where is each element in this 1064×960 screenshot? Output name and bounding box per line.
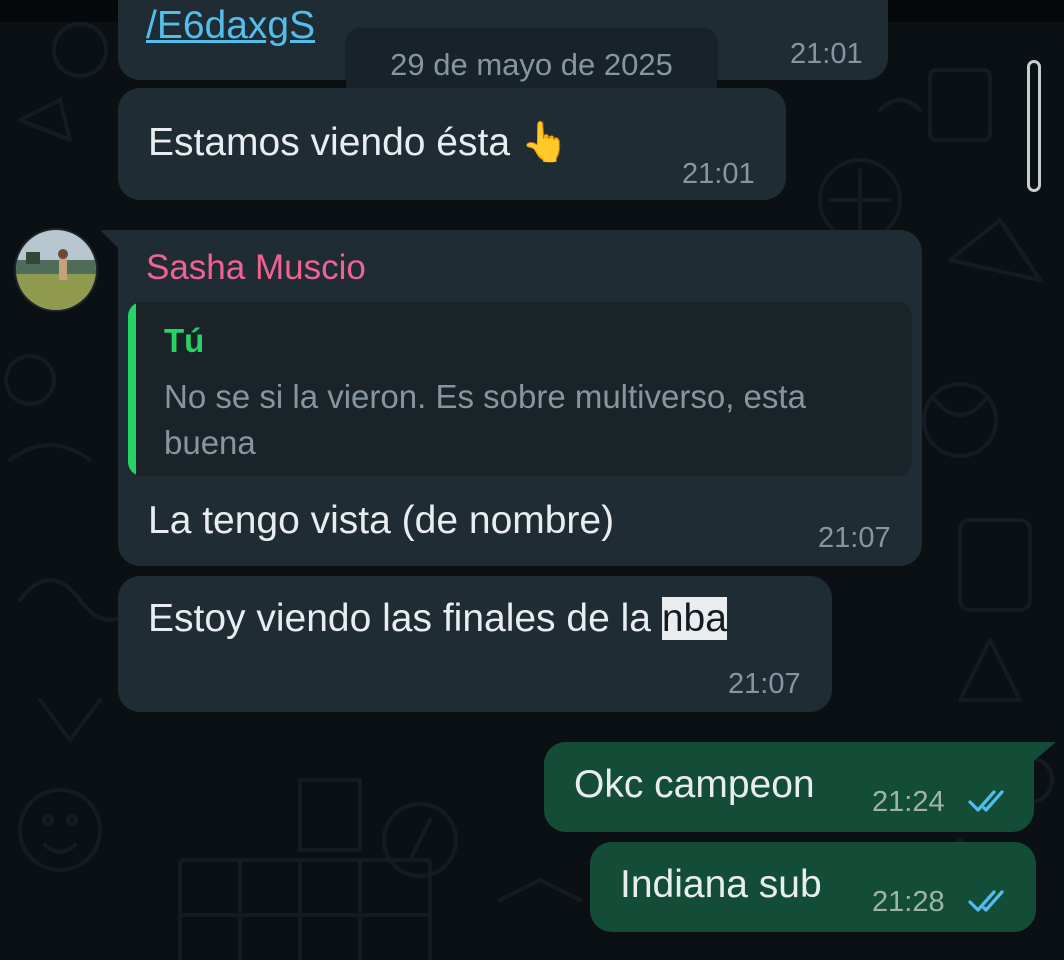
message-text: Okc campeon xyxy=(574,763,815,806)
message-time: 21:01 xyxy=(790,38,863,70)
message-time: 21:07 xyxy=(728,668,801,700)
sender-name[interactable]: Sasha Muscio xyxy=(146,248,366,288)
double-check-icon xyxy=(968,890,1004,912)
message-bubble-incoming[interactable]: Sasha Muscio Tú No se si la vieron. Es s… xyxy=(118,230,922,566)
scrollbar-thumb[interactable] xyxy=(1027,60,1041,192)
message-bubble-outgoing[interactable]: Okc campeon 21:24 xyxy=(544,742,1034,832)
message-text: Indiana sub xyxy=(620,863,822,906)
contact-avatar[interactable] xyxy=(14,228,98,312)
bubble-tail xyxy=(100,230,122,252)
bubble-tail xyxy=(1030,742,1056,764)
message-text-content: Estoy viendo las finales de la xyxy=(148,597,662,640)
message-bubble-incoming[interactable]: Estamos viendo ésta 👆 21:01 xyxy=(118,88,786,200)
message-text-content: Estamos viendo ésta xyxy=(148,121,511,164)
avatar-photo-icon xyxy=(16,230,96,310)
selected-text[interactable]: nba xyxy=(661,597,727,640)
double-check-icon xyxy=(968,790,1004,812)
message-bubble-incoming[interactable]: Estoy viendo las finales de la nba 21:07 xyxy=(118,576,832,712)
message-link[interactable]: /E6daxgS xyxy=(146,4,315,48)
chat-area[interactable]: /E6daxgS 21:01 29 de mayo de 2025 Estamo… xyxy=(0,0,1064,960)
message-text: Estoy viendo las finales de la nba xyxy=(148,596,727,642)
message-text: La tengo vista (de nombre) xyxy=(148,499,615,542)
message-bubble-outgoing[interactable]: Indiana sub 21:28 xyxy=(590,842,1036,932)
quote-author: Tú xyxy=(164,322,205,359)
pointing-up-emoji: 👆 xyxy=(520,121,570,164)
message-time: 21:07 xyxy=(818,522,891,554)
date-separator-label: 29 de mayo de 2025 xyxy=(390,47,673,82)
message-time: 21:28 xyxy=(872,886,945,918)
quoted-message[interactable]: Tú No se si la vieron. Es sobre multiver… xyxy=(128,302,912,476)
message-time: 21:24 xyxy=(872,786,945,818)
message-time: 21:01 xyxy=(682,158,755,190)
quote-accent-bar xyxy=(128,302,136,476)
message-text: Estamos viendo ésta 👆 xyxy=(148,120,569,166)
quote-text: No se si la vieron. Es sobre multiverso,… xyxy=(164,378,806,461)
